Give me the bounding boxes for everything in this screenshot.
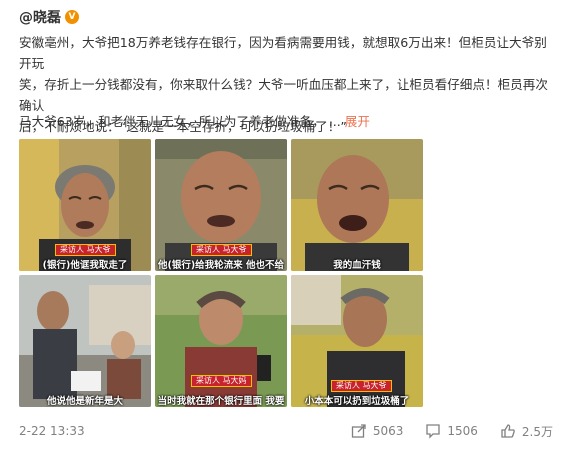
caption-name-bar: 采访人 马大妈 (191, 375, 252, 387)
share-icon (351, 424, 366, 438)
photo-illustration (291, 139, 423, 271)
photo-caption: 小本本可以扔到垃圾桶了 (304, 396, 410, 407)
photo-caption: 我的血汗钱 (333, 260, 381, 271)
verified-badge-icon: V (65, 10, 79, 24)
ellipsis: ... (328, 114, 341, 129)
news-photo-5[interactable]: 采访人 马大妈 当时我就在那个银行里面 我要 (155, 275, 287, 407)
author-name[interactable]: @晓磊 (19, 7, 61, 27)
comment-count: 1506 (447, 424, 478, 438)
photo-caption: 他(银行)给我轮流来 他也不给 (158, 260, 284, 271)
post-text-line: 笑，存折上一分钱都没有，你来取什么钱？大爷一听血压都上来了，让柜员看仔细点！柜员… (19, 77, 548, 113)
photo-illustration (155, 275, 287, 407)
photo-caption: 他说他是新年是大 (46, 396, 123, 407)
thumbs-up-icon (501, 424, 515, 438)
caption-name-bar: 采访人 马大爷 (191, 244, 252, 256)
caption-name-bar: 采访人 马大爷 (331, 380, 392, 392)
share-button[interactable]: 5063 (351, 423, 404, 439)
post-footer: 2-22 13:33 5063 1506 2.5万 (19, 420, 553, 442)
expand-link[interactable]: 展开 (345, 114, 370, 129)
image-grid: 采访人 马大爷 (银行)他诓我取走了 采访人 马大爷 他(银行)给我轮流来 他也… (19, 139, 423, 409)
share-count: 5063 (372, 424, 404, 438)
caption-name-bar: 采访人 马大爷 (55, 244, 116, 256)
photo-caption: (银行)他诓我取走了 (42, 260, 128, 271)
news-photo-6[interactable]: 采访人 马大爷 小本本可以扔到垃圾桶了 (291, 275, 423, 407)
news-photo-4[interactable]: 他说他是新年是大 (19, 275, 151, 407)
news-photo-2[interactable]: 采访人 马大爷 他(银行)给我轮流来 他也不给 (155, 139, 287, 271)
like-button[interactable]: 2.5万 (500, 423, 553, 440)
photo-caption: 当时我就在那个银行里面 我要 (157, 396, 285, 407)
weibo-post-card: @晓磊 V 安徽亳州，大爷把18万养老钱存在银行，因为看病需要用钱，就想取6万出… (0, 0, 567, 451)
like-count: 2.5万 (521, 424, 553, 439)
news-photo-1[interactable]: 采访人 马大爷 (银行)他诓我取走了 (19, 139, 151, 271)
post-text-line: 安徽亳州，大爷把18万养老钱存在银行，因为看病需要用钱，就想取6万出来！但柜员让… (19, 35, 547, 71)
post-text-truncated: 马大爷63岁，和老伴无儿无女，所以为了养老做准备， (19, 114, 325, 129)
comment-icon (426, 424, 441, 439)
post-second-paragraph: 马大爷63岁，和老伴无儿无女，所以为了养老做准备， ... 展开 (19, 112, 553, 132)
post-header: @晓磊 V (19, 7, 79, 27)
news-photo-3[interactable]: 我的血汗钱 (291, 139, 423, 271)
post-timestamp[interactable]: 2-22 13:33 (19, 424, 85, 438)
photo-illustration (19, 275, 151, 407)
post-actions: 5063 1506 2.5万 (329, 423, 553, 440)
comment-button[interactable]: 1506 (425, 423, 478, 439)
